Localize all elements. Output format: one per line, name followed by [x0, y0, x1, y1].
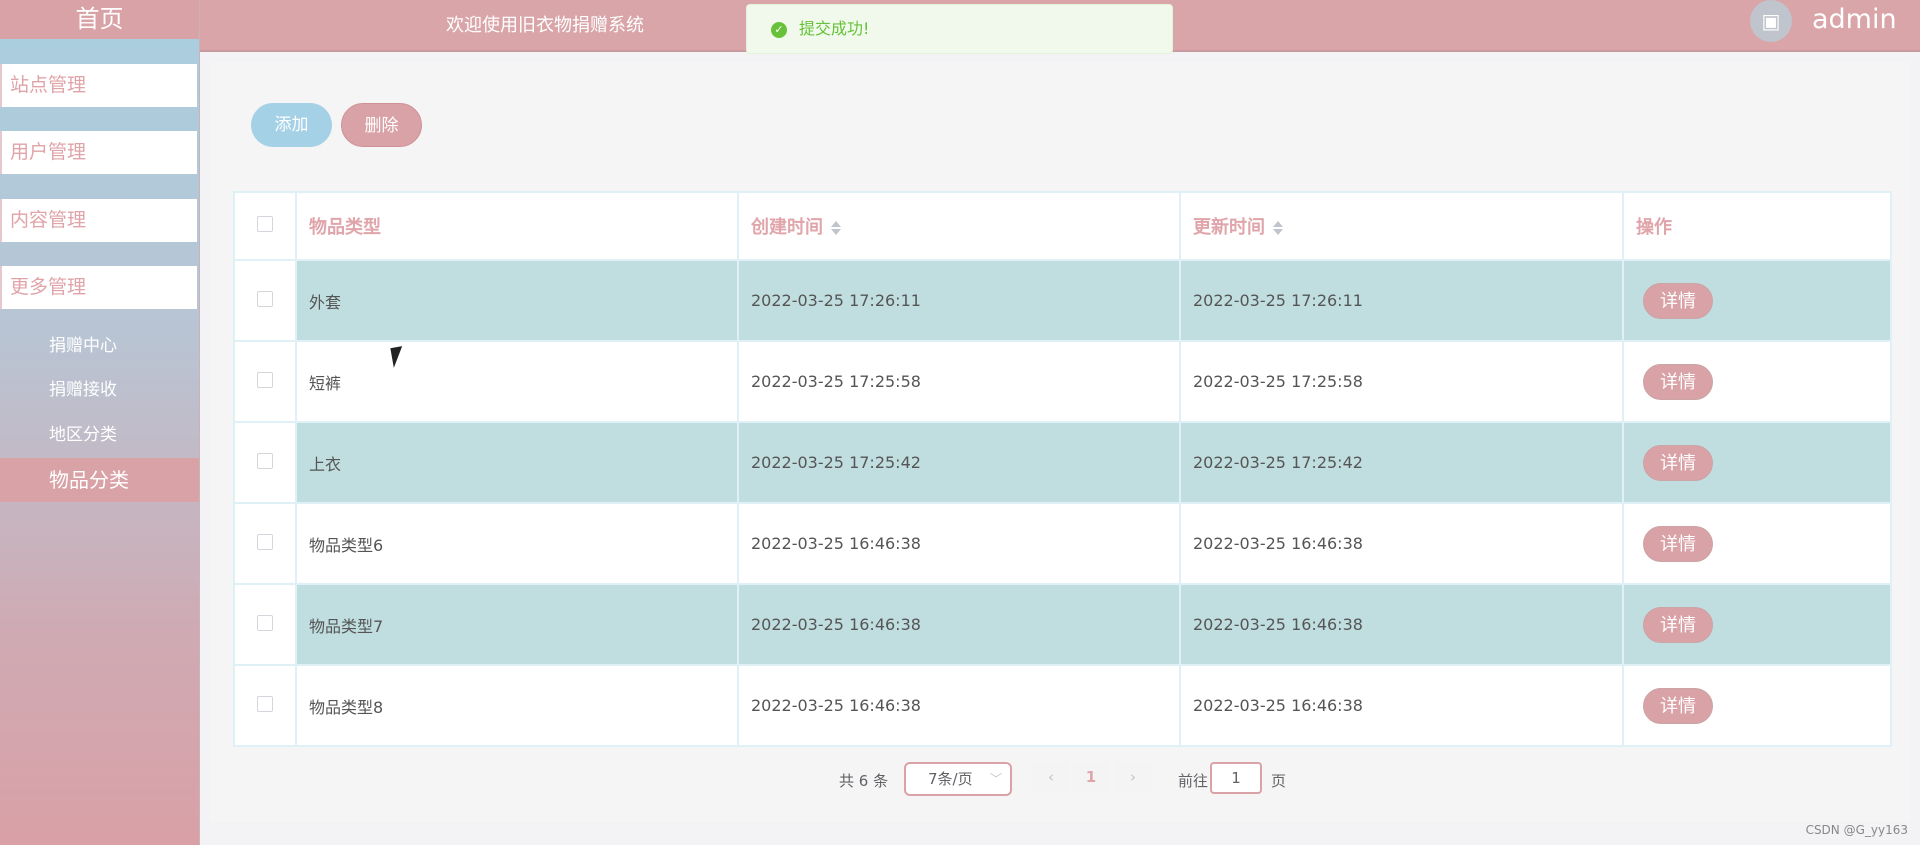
sidebar-item-content[interactable]: 内容管理	[0, 199, 197, 242]
pagination: 共 6 条 7条/页 ﹀ ‹ 1 › 前往 1 页	[210, 762, 1910, 798]
table-row: 上衣 2022-03-25 17:25:42 2022-03-25 17:25:…	[233, 421, 1892, 504]
next-page-button[interactable]: ›	[1114, 762, 1152, 792]
watermark: CSDN @G_yy163	[1805, 823, 1908, 837]
cell-created: 2022-03-25 16:46:38	[737, 583, 1181, 666]
sidebar: 首页 站点管理 用户管理 内容管理 更多管理 捐赠中心 捐赠接收 地区分类 物品…	[0, 0, 200, 845]
sort-icon[interactable]	[831, 220, 841, 236]
detail-button[interactable]: 详情	[1643, 363, 1713, 400]
goto-page-input[interactable]: 1	[1210, 762, 1262, 794]
cell-action: 详情	[1622, 421, 1892, 504]
column-header-action: 操作	[1622, 191, 1892, 261]
sort-icon[interactable]	[1273, 220, 1283, 236]
table-row: 物品类型6 2022-03-25 16:46:38 2022-03-25 16:…	[233, 502, 1892, 585]
cell-updated: 2022-03-25 17:26:11	[1179, 259, 1624, 342]
cell-updated: 2022-03-25 16:46:38	[1179, 583, 1624, 666]
goto-label: 前往	[1178, 772, 1209, 790]
page-number-current[interactable]: 1	[1072, 762, 1110, 792]
main-content: 添加 删除 物品类型 创建时间 更新时间 操作 外套 2022-03-25 17…	[210, 62, 1910, 822]
row-checkbox[interactable]	[233, 340, 297, 423]
row-checkbox[interactable]	[233, 583, 297, 666]
submenu-donation-center[interactable]: 捐赠中心	[0, 324, 199, 368]
delete-button[interactable]: 删除	[341, 103, 422, 147]
sidebar-item-users[interactable]: 用户管理	[0, 131, 197, 174]
chevron-down-icon: ﹀	[989, 772, 1002, 786]
success-toast: ✓ 提交成功!	[746, 4, 1173, 54]
cell-created: 2022-03-25 17:25:58	[737, 340, 1181, 423]
detail-button[interactable]: 详情	[1643, 687, 1713, 724]
cell-type: 上衣	[295, 421, 739, 504]
submenu-donation-receive[interactable]: 捐赠接收	[0, 368, 199, 412]
cell-updated: 2022-03-25 16:46:38	[1179, 664, 1624, 747]
cell-action: 详情	[1622, 502, 1892, 585]
avatar-icon[interactable]: ▣	[1750, 0, 1792, 42]
detail-button[interactable]: 详情	[1643, 525, 1713, 562]
column-header-type: 物品类型	[295, 191, 739, 261]
sidebar-item-site[interactable]: 站点管理	[0, 64, 197, 107]
cell-action: 详情	[1622, 664, 1892, 747]
table-row: 短裤 2022-03-25 17:25:58 2022-03-25 17:25:…	[233, 340, 1892, 423]
sidebar-item-more[interactable]: 更多管理	[0, 266, 197, 309]
username[interactable]: admin	[1812, 4, 1897, 35]
detail-button[interactable]: 详情	[1643, 282, 1713, 319]
table-row: 外套 2022-03-25 17:26:11 2022-03-25 17:26:…	[233, 259, 1892, 342]
cell-updated: 2022-03-25 17:25:58	[1179, 340, 1624, 423]
data-table: 物品类型 创建时间 更新时间 操作 外套 2022-03-25 17:26:11…	[233, 191, 1892, 747]
row-checkbox[interactable]	[233, 259, 297, 342]
cell-type: 外套	[295, 259, 739, 342]
detail-button[interactable]: 详情	[1643, 444, 1713, 481]
table-row: 物品类型7 2022-03-25 16:46:38 2022-03-25 16:…	[233, 583, 1892, 666]
cell-created: 2022-03-25 17:25:42	[737, 421, 1181, 504]
submenu-region-category[interactable]: 地区分类	[0, 413, 199, 457]
cell-updated: 2022-03-25 16:46:38	[1179, 502, 1624, 585]
row-checkbox[interactable]	[233, 502, 297, 585]
sidebar-home[interactable]: 首页	[0, 0, 199, 39]
cell-action: 详情	[1622, 259, 1892, 342]
cell-created: 2022-03-25 16:46:38	[737, 664, 1181, 747]
cell-action: 详情	[1622, 340, 1892, 423]
toast-message: 提交成功!	[799, 19, 870, 38]
page-unit-label: 页	[1271, 772, 1287, 790]
submenu-item-category[interactable]: 物品分类	[0, 458, 199, 502]
pagination-total: 共 6 条	[839, 772, 889, 790]
cell-type: 短裤	[295, 340, 739, 423]
column-header-updated[interactable]: 更新时间	[1179, 191, 1624, 261]
column-header-created[interactable]: 创建时间	[737, 191, 1181, 261]
cell-type: 物品类型7	[295, 583, 739, 666]
select-all-checkbox[interactable]	[233, 191, 297, 261]
table-row: 物品类型8 2022-03-25 16:46:38 2022-03-25 16:…	[233, 664, 1892, 747]
page-size-select[interactable]: 7条/页 ﹀	[904, 762, 1012, 796]
cell-type: 物品类型8	[295, 664, 739, 747]
cell-updated: 2022-03-25 17:25:42	[1179, 421, 1624, 504]
cell-created: 2022-03-25 16:46:38	[737, 502, 1181, 585]
cell-action: 详情	[1622, 583, 1892, 666]
page-size-value: 7条/页	[928, 770, 973, 788]
cell-created: 2022-03-25 17:26:11	[737, 259, 1181, 342]
row-checkbox[interactable]	[233, 421, 297, 504]
prev-page-button[interactable]: ‹	[1032, 762, 1070, 792]
cell-type: 物品类型6	[295, 502, 739, 585]
add-button[interactable]: 添加	[251, 103, 332, 147]
check-circle-icon: ✓	[771, 22, 787, 38]
table-header-row: 物品类型 创建时间 更新时间 操作	[233, 191, 1892, 261]
row-checkbox[interactable]	[233, 664, 297, 747]
welcome-text: 欢迎使用旧衣物捐赠系统	[446, 15, 644, 36]
detail-button[interactable]: 详情	[1643, 606, 1713, 643]
